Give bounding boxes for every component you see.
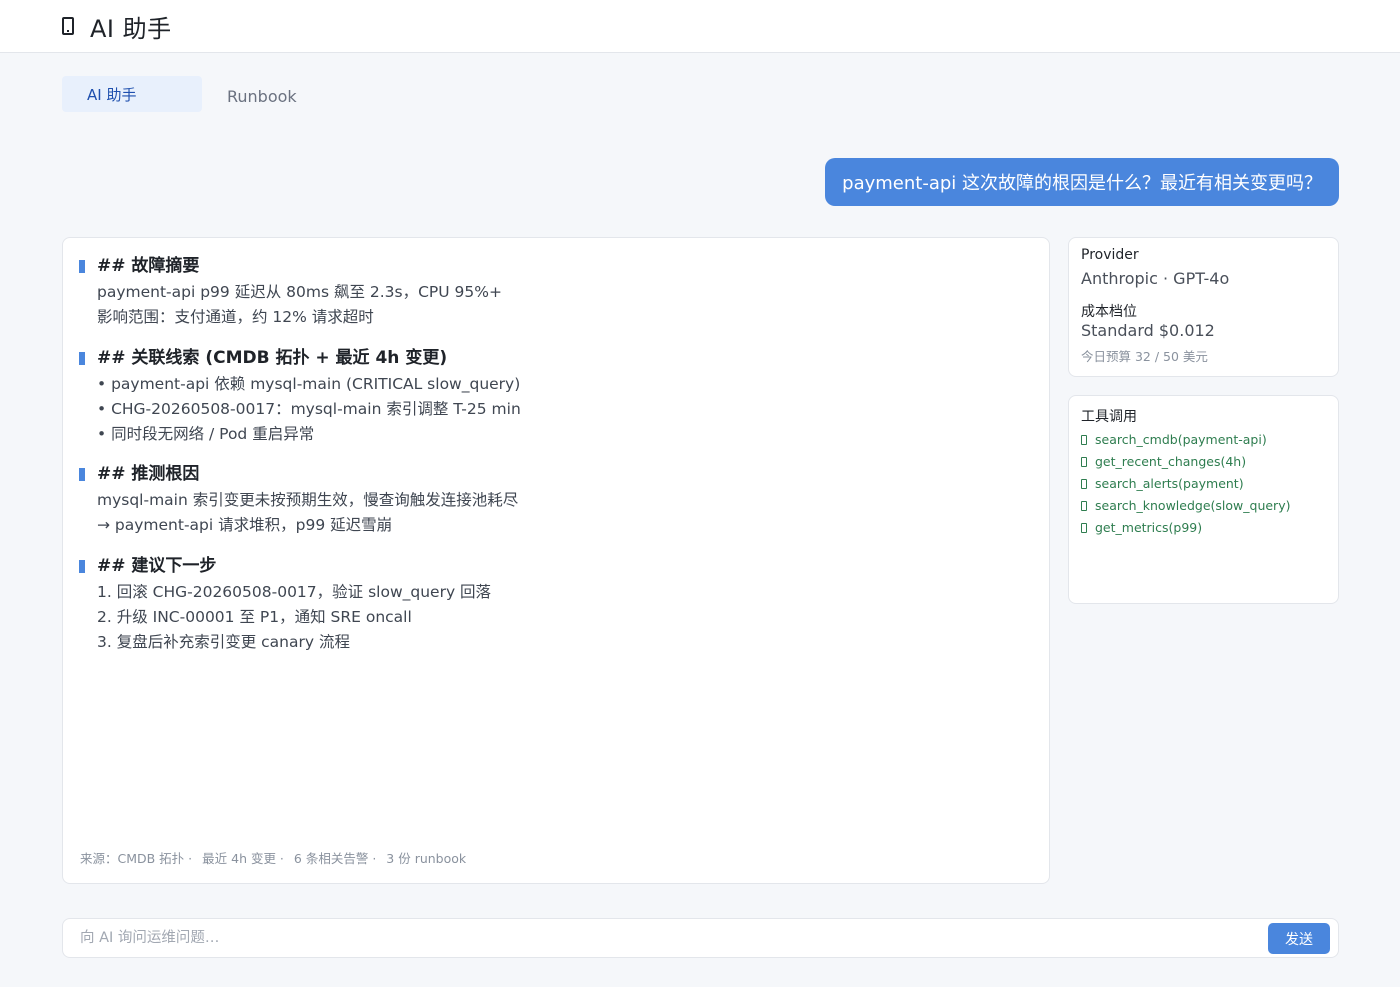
cost-tier-value: Standard $0.012 bbox=[1081, 321, 1215, 340]
section-line: • payment-api 依赖 mysql-main (CRITICAL sl… bbox=[97, 375, 521, 393]
tool-icon bbox=[1081, 457, 1087, 467]
section-title: ## 关联线索 (CMDB 拓扑 + 最近 4h 变更) bbox=[97, 347, 448, 368]
send-button[interactable]: 发送 bbox=[1268, 923, 1330, 954]
assistant-answer-card: ## 故障摘要 payment-api p99 延迟从 80ms 飙至 2.3s… bbox=[62, 237, 1050, 884]
section-marker bbox=[79, 467, 85, 481]
provider-label: Provider bbox=[1081, 247, 1139, 263]
tool-calls-list: search_cmdb(payment-api) get_recent_chan… bbox=[1081, 429, 1290, 539]
chat-input[interactable] bbox=[64, 920, 1264, 956]
tool-call-name: search_knowledge(slow_query) bbox=[1095, 498, 1291, 513]
tool-call-item[interactable]: search_alerts(payment) bbox=[1081, 473, 1290, 495]
tool-call-name: get_metrics(p99) bbox=[1095, 520, 1203, 535]
source-cmdb: 来源：CMDB 拓扑 · bbox=[80, 851, 193, 866]
tab-ai-assistant[interactable]: AI 助手 bbox=[62, 76, 202, 112]
tool-icon bbox=[1081, 523, 1087, 533]
answer-section-next-steps: ## 建议下一步 1. 回滚 CHG-20260508-0017，验证 slow… bbox=[79, 551, 491, 655]
section-line: • 同时段无网络 / Pod 重启异常 bbox=[97, 425, 315, 443]
source-runbook: 3 份 runbook bbox=[386, 851, 467, 866]
provider-card: Provider Anthropic · GPT-4o 成本档位 Standar… bbox=[1068, 237, 1339, 377]
tool-icon bbox=[1081, 479, 1087, 489]
answer-section-clues: ## 关联线索 (CMDB 拓扑 + 最近 4h 变更) • payment-a… bbox=[79, 343, 521, 447]
section-line: 影响范围：支付通道，约 12% 请求超时 bbox=[97, 308, 374, 326]
section-title: ## 建议下一步 bbox=[97, 555, 217, 576]
tool-calls-card: 工具调用 search_cmdb(payment-api) get_recent… bbox=[1068, 395, 1339, 604]
source-alerts: 6 条相关告警 · bbox=[293, 851, 377, 866]
tab-bar: AI 助手 Runbook bbox=[62, 74, 322, 114]
section-line: mysql-main 索引变更未按预期生效，慢查询触发连接池耗尽 bbox=[97, 491, 519, 509]
section-marker bbox=[79, 259, 85, 273]
answer-sources: 来源：CMDB 拓扑 · 最近 4h 变更 · 6 条相关告警 · 3 份 ru… bbox=[80, 848, 466, 867]
tool-call-name: get_recent_changes(4h) bbox=[1095, 454, 1247, 469]
provider-value: Anthropic · GPT-4o bbox=[1081, 269, 1230, 288]
tool-icon bbox=[1081, 501, 1087, 511]
tool-call-name: search_cmdb(payment-api) bbox=[1095, 432, 1267, 447]
tool-call-item[interactable]: search_knowledge(slow_query) bbox=[1081, 495, 1290, 517]
source-changes: 最近 4h 变更 · bbox=[202, 851, 284, 866]
chat-input-bar: 发送 bbox=[62, 918, 1339, 958]
phone-icon bbox=[62, 17, 74, 35]
tool-call-item[interactable]: get_metrics(p99) bbox=[1081, 517, 1290, 539]
section-title: ## 故障摘要 bbox=[97, 255, 200, 276]
answer-section-root-cause: ## 推测根因 mysql-main 索引变更未按预期生效，慢查询触发连接池耗尽… bbox=[79, 459, 518, 538]
section-line: → payment-api 请求堆积，p99 延迟雪崩 bbox=[97, 516, 393, 534]
tool-call-item[interactable]: search_cmdb(payment-api) bbox=[1081, 429, 1290, 451]
cost-tier-label: 成本档位 bbox=[1081, 304, 1137, 320]
daily-budget: 今日预算 32 / 50 美元 bbox=[1081, 349, 1208, 364]
section-marker bbox=[79, 559, 85, 573]
app-title: AI 助手 bbox=[90, 14, 172, 43]
tool-call-item[interactable]: get_recent_changes(4h) bbox=[1081, 451, 1290, 473]
section-line: 1. 回滚 CHG-20260508-0017，验证 slow_query 回落 bbox=[97, 583, 492, 601]
section-line: • CHG-20260508-0017：mysql-main 索引调整 T-25… bbox=[97, 400, 521, 418]
section-line: payment-api p99 延迟从 80ms 飙至 2.3s，CPU 95%… bbox=[97, 283, 502, 301]
tool-icon bbox=[1081, 435, 1087, 445]
section-title: ## 推测根因 bbox=[97, 463, 200, 484]
tool-call-name: search_alerts(payment) bbox=[1095, 476, 1244, 491]
app-header: AI 助手 bbox=[0, 0, 1400, 53]
section-line: 2. 升级 INC-00001 至 P1，通知 SRE oncall bbox=[97, 608, 412, 626]
user-message-bubble: payment-api 这次故障的根因是什么？最近有相关变更吗？ bbox=[825, 158, 1339, 206]
tab-runbook[interactable]: Runbook bbox=[202, 78, 322, 114]
section-marker bbox=[79, 351, 85, 365]
answer-section-summary: ## 故障摘要 payment-api p99 延迟从 80ms 飙至 2.3s… bbox=[79, 251, 502, 330]
section-line: 3. 复盘后补充索引变更 canary 流程 bbox=[97, 633, 350, 651]
tool-calls-label: 工具调用 bbox=[1081, 409, 1137, 425]
